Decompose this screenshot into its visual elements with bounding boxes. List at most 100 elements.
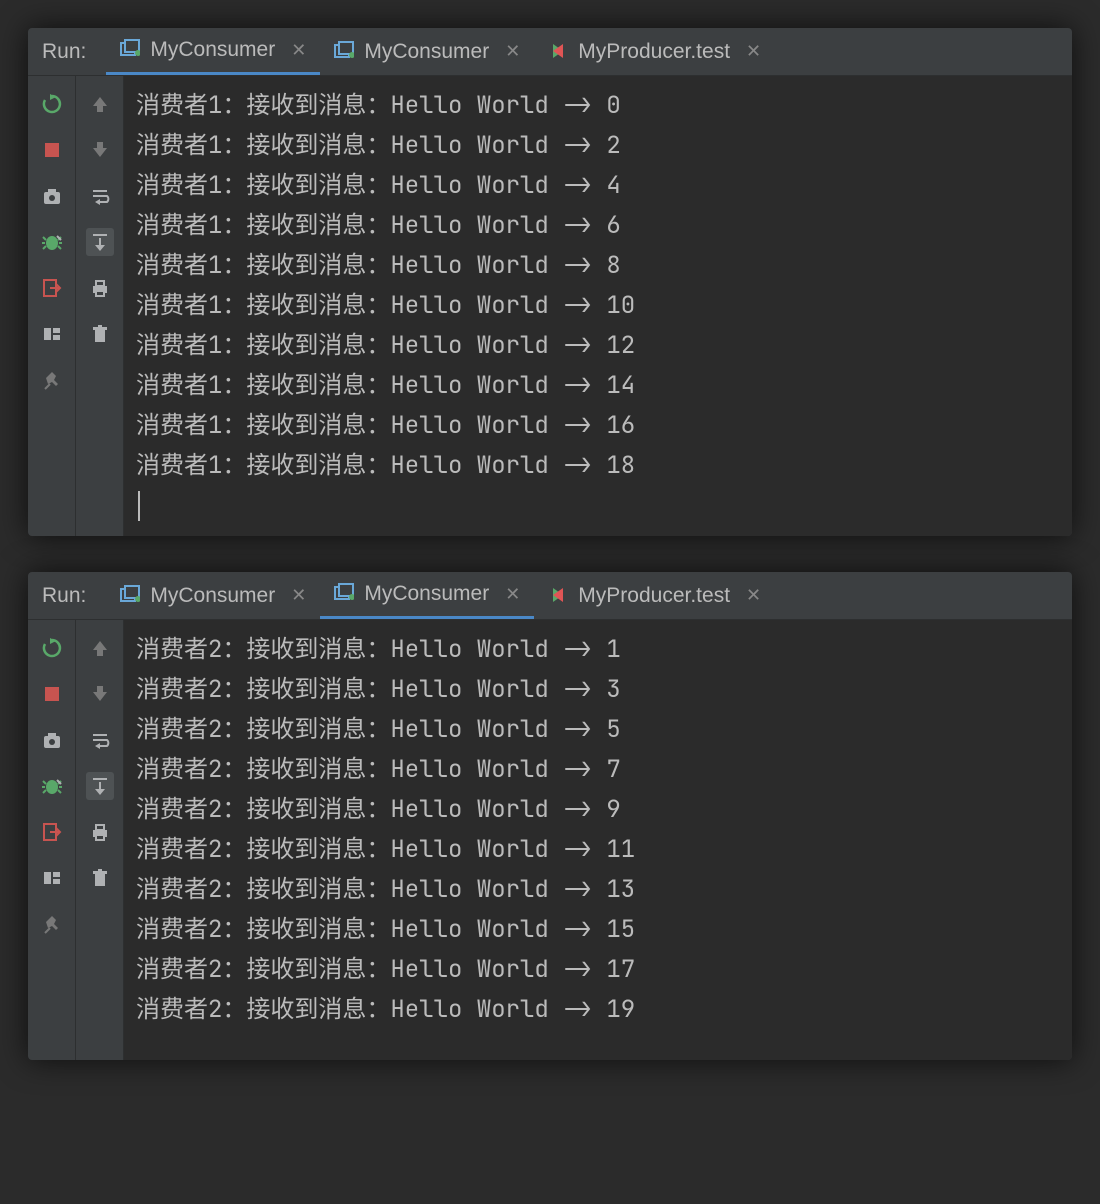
tab-myconsumer[interactable]: MyConsumer ✕: [320, 572, 534, 619]
console-line: 消费者2：接收到消息：Hello World -> 1: [136, 630, 1072, 670]
console-output[interactable]: 消费者2：接收到消息：Hello World -> 1消费者2：接收到消息：He…: [124, 620, 1072, 1060]
tab-myconsumer[interactable]: MyConsumer ✕: [106, 572, 320, 619]
console-line: 消费者2：接收到消息：Hello World -> 19: [136, 990, 1072, 1030]
pin-button[interactable]: [38, 910, 66, 938]
tab-label: MyProducer.test: [578, 40, 730, 64]
debug-config-button[interactable]: [38, 772, 66, 800]
test-icon: [548, 42, 568, 62]
run-body: 消费者1：接收到消息：Hello World -> 0消费者1：接收到消息：He…: [28, 76, 1072, 536]
exit-icon: [42, 278, 62, 298]
console-line: 消费者1：接收到消息：Hello World -> 14: [136, 366, 1072, 406]
stop-button[interactable]: [38, 680, 66, 708]
console-line: 消费者2：接收到消息：Hello World -> 3: [136, 670, 1072, 710]
tab-myproducer-test[interactable]: MyProducer.test ✕: [534, 28, 775, 75]
console-line: 消费者1：接收到消息：Hello World -> 16: [136, 406, 1072, 446]
down-button[interactable]: [86, 680, 114, 708]
caret-icon: [138, 491, 140, 521]
down-icon: [90, 140, 110, 160]
up-button[interactable]: [86, 90, 114, 118]
up-button[interactable]: [86, 634, 114, 662]
console-line: 消费者1：接收到消息：Hello World -> 4: [136, 166, 1072, 206]
tab-myproducer-test[interactable]: MyProducer.test ✕: [534, 572, 775, 619]
close-icon[interactable]: ✕: [505, 584, 520, 605]
console-toolbar: [76, 76, 124, 536]
print-button[interactable]: [86, 818, 114, 846]
console-line: 消费者2：接收到消息：Hello World -> 15: [136, 910, 1072, 950]
trash-icon: [90, 324, 110, 344]
exit-button[interactable]: [38, 818, 66, 846]
tab-label: MyConsumer: [364, 40, 489, 64]
console-line: 消费者1：接收到消息：Hello World -> 8: [136, 246, 1072, 286]
print-button[interactable]: [86, 274, 114, 302]
layout-button[interactable]: [38, 864, 66, 892]
console-cursor-line: [136, 486, 1072, 526]
close-icon[interactable]: ✕: [291, 585, 306, 606]
up-icon: [90, 638, 110, 658]
console-line: 消费者1：接收到消息：Hello World -> 2: [136, 126, 1072, 166]
app-icon: [334, 584, 354, 604]
layout-button[interactable]: [38, 320, 66, 348]
wrap-button[interactable]: [86, 726, 114, 754]
console-line: 消费者2：接收到消息：Hello World -> 9: [136, 790, 1072, 830]
app-icon: [120, 40, 140, 60]
pin-button[interactable]: [38, 366, 66, 394]
app-icon: [334, 42, 354, 62]
close-icon[interactable]: ✕: [746, 585, 761, 606]
trash-button[interactable]: [86, 864, 114, 892]
snapshot-icon: [42, 730, 62, 750]
tab-myconsumer[interactable]: MyConsumer ✕: [106, 28, 320, 75]
stop-icon: [42, 684, 62, 704]
layout-icon: [42, 868, 62, 888]
run-panel: Run: MyConsumer ✕ MyConsumer ✕ MyProduce…: [28, 28, 1072, 536]
snapshot-button[interactable]: [38, 182, 66, 210]
console-line: 消费者1：接收到消息：Hello World -> 0: [136, 86, 1072, 126]
scroll-end-button[interactable]: [86, 228, 114, 256]
run-body: 消费者2：接收到消息：Hello World -> 1消费者2：接收到消息：He…: [28, 620, 1072, 1060]
console-line: 消费者1：接收到消息：Hello World -> 10: [136, 286, 1072, 326]
up-icon: [90, 94, 110, 114]
exit-button[interactable]: [38, 274, 66, 302]
run-label: Run:: [42, 40, 86, 64]
console-line: 消费者2：接收到消息：Hello World -> 5: [136, 710, 1072, 750]
scroll-end-button[interactable]: [86, 772, 114, 800]
console-line: 消费者1：接收到消息：Hello World -> 6: [136, 206, 1072, 246]
debug-config-icon: [42, 776, 62, 796]
down-icon: [90, 684, 110, 704]
wrap-button[interactable]: [86, 182, 114, 210]
trash-icon: [90, 868, 110, 888]
console-line: 消费者1：接收到消息：Hello World -> 12: [136, 326, 1072, 366]
print-icon: [90, 278, 110, 298]
close-icon[interactable]: ✕: [291, 40, 306, 61]
run-toolbar-left: [28, 620, 76, 1060]
app-icon: [120, 586, 140, 606]
console-line: 消费者2：接收到消息：Hello World -> 7: [136, 750, 1072, 790]
console-line: 消费者2：接收到消息：Hello World -> 11: [136, 830, 1072, 870]
debug-config-button[interactable]: [38, 228, 66, 256]
tab-myconsumer[interactable]: MyConsumer ✕: [320, 28, 534, 75]
tab-label: MyProducer.test: [578, 584, 730, 608]
console-line: 消费者1：接收到消息：Hello World -> 18: [136, 446, 1072, 486]
wrap-icon: [90, 186, 110, 206]
run-label: Run:: [42, 584, 86, 608]
run-tabbar: Run: MyConsumer ✕ MyConsumer ✕ MyProduce…: [28, 572, 1072, 620]
rerun-icon: [42, 94, 62, 114]
close-icon[interactable]: ✕: [746, 41, 761, 62]
tab-label: MyConsumer: [150, 584, 275, 608]
print-icon: [90, 822, 110, 842]
wrap-icon: [90, 730, 110, 750]
stop-icon: [42, 140, 62, 160]
rerun-button[interactable]: [38, 90, 66, 118]
rerun-button[interactable]: [38, 634, 66, 662]
test-icon: [548, 586, 568, 606]
trash-button[interactable]: [86, 320, 114, 348]
stop-button[interactable]: [38, 136, 66, 164]
snapshot-icon: [42, 186, 62, 206]
down-button[interactable]: [86, 136, 114, 164]
debug-config-icon: [42, 232, 62, 252]
console-output[interactable]: 消费者1：接收到消息：Hello World -> 0消费者1：接收到消息：He…: [124, 76, 1072, 536]
pin-icon: [42, 914, 62, 934]
snapshot-button[interactable]: [38, 726, 66, 754]
console-toolbar: [76, 620, 124, 1060]
close-icon[interactable]: ✕: [505, 41, 520, 62]
run-tabbar: Run: MyConsumer ✕ MyConsumer ✕ MyProduce…: [28, 28, 1072, 76]
